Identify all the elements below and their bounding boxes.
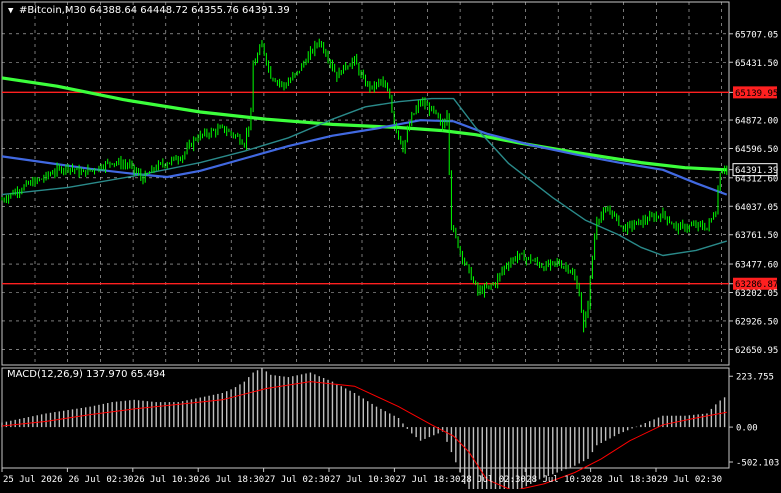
- price-tick-label: 63761.50: [735, 231, 778, 241]
- price-tick-label: 64596.50: [735, 145, 778, 155]
- price-tick-label: 63477.60: [735, 261, 778, 271]
- moving-average-series: [1, 76, 728, 257]
- time-tick-label: 28 Jul 10:30: [526, 475, 591, 485]
- price-tick-label: 64312.60: [735, 174, 778, 184]
- main-frame: [1, 1, 730, 366]
- trading-chart[interactable]: 65707.05 65431.50 65139.95 64872.00 64596.50…: [0, 0, 781, 493]
- price-tick-label: 65431.50: [735, 59, 778, 69]
- ma-fast-line: [1, 119, 728, 196]
- price-tick-label: 65139.95: [735, 89, 778, 99]
- price-tick-label: 64037.05: [735, 203, 778, 213]
- macd-signal-line: [1, 381, 727, 492]
- macd-tick-label: -502.103: [736, 459, 779, 469]
- price-chart-canvas[interactable]: 65707.05 65431.50 65139.95 64872.00 64596.50…: [0, 0, 781, 493]
- symbol-line: #Bitcoin,M30 64388.64 64448.72 64355.76 …: [19, 5, 290, 16]
- ma-mid-line: [1, 97, 728, 257]
- time-tick-label: 27 Jul 18:30: [395, 475, 460, 485]
- price-axis: 65707.05 65431.50 65139.95 64872.00 64596.50…: [729, 30, 779, 469]
- candle-path: [1, 38, 728, 333]
- price-tick-label: 65707.05: [735, 30, 778, 40]
- header-dropdown-icon[interactable]: ▼: [8, 6, 14, 16]
- macd-tick-label: 0.00: [736, 424, 758, 434]
- macd-subwindow: [1, 368, 727, 493]
- macd-tick-label: 223.755: [736, 373, 774, 383]
- time-tick-label: 29 Jul 02:30: [657, 475, 722, 485]
- time-tick-label: 26 Jul 02:30: [68, 475, 133, 485]
- time-tick-label: 28 Jul 02:30: [461, 475, 526, 485]
- price-tick-label: 64872.00: [735, 117, 778, 127]
- time-tick-label: 27 Jul 02:30: [265, 475, 330, 485]
- time-tick-label: 26 Jul 18:30: [199, 475, 264, 485]
- chart-header: ▼ #Bitcoin,M30 64388.64 64448.72 64355.7…: [8, 5, 290, 16]
- price-tick-label: 63202.05: [735, 289, 778, 299]
- macd-title: MACD(12,26,9) 137.970 65.494: [7, 369, 166, 380]
- price-tick-label: 62926.50: [735, 317, 778, 327]
- price-tick-label: 62650.95: [735, 346, 778, 356]
- time-tick-label: 27 Jul 10:30: [330, 475, 395, 485]
- time-tick-label: 25 Jul 2026: [3, 475, 63, 485]
- macd-frame: [1, 367, 730, 469]
- time-tick-label: 26 Jul 10:30: [134, 475, 199, 485]
- time-axis: 25 Jul 2026 26 Jul 02:30 26 Jul 10:30 26 Ju…: [1, 468, 722, 485]
- time-tick-label: 28 Jul 18:30: [592, 475, 657, 485]
- horizontal-levels: [2, 91, 729, 285]
